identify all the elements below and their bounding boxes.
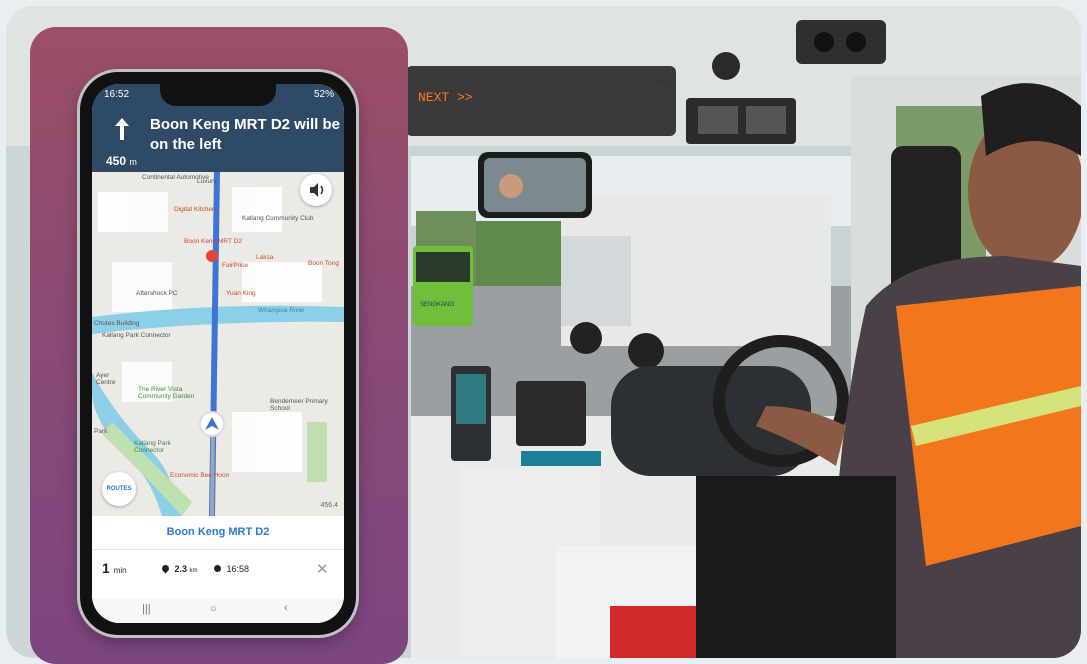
distance-unit: m (129, 157, 137, 167)
map-view[interactable]: Continental Automotive Luxury Digital Ki… (92, 172, 344, 516)
pin-icon (160, 563, 171, 574)
status-time: 16:52 (104, 89, 130, 100)
close-icon[interactable]: ✕ (316, 560, 329, 578)
eta-arrival: 16:58 (214, 564, 249, 574)
map-label: Park (94, 428, 108, 435)
distance-value: 450 (106, 154, 127, 168)
eta-minutes-value: 1 (102, 560, 110, 576)
trip-panel: Boon Keng MRT D2 1 min 2.3 km 16:58 ✕ ||… (92, 516, 344, 623)
turn-instruction: Boon Keng MRT D2 will be on the left (150, 116, 340, 153)
map-label: Luxury (197, 178, 217, 185)
phone-notch (160, 84, 276, 106)
phone-device: 16:52 52% 450 m Boon Keng MRT D2 will be… (80, 72, 356, 635)
map-label: Kallang Park Connector (102, 332, 171, 339)
speaker-icon (310, 183, 324, 197)
divider (92, 549, 344, 550)
map-label: Economic Bee Hoon (170, 472, 230, 479)
android-nav-bar: ||| ○ ‹ (92, 598, 344, 623)
navigation-header[interactable]: 450 m Boon Keng MRT D2 will be on the le… (92, 104, 344, 172)
route-display: NEXT >> (418, 90, 473, 105)
map-label: Laksa (256, 254, 274, 261)
map-label: Boon Tong (308, 260, 339, 267)
map-label: Ayer Centre (96, 372, 116, 386)
back-button[interactable]: ‹ (284, 602, 288, 614)
destination-name[interactable]: Boon Keng MRT D2 (92, 526, 344, 538)
map-label: The River Vista Community Garden (138, 386, 195, 400)
eta-arrival-value: 16:58 (226, 564, 250, 574)
eta-minutes-unit: min (113, 566, 127, 575)
map-label: Whampoa River (258, 307, 305, 314)
home-button[interactable]: ○ (210, 603, 217, 615)
bus-sign: SENGKANG (420, 302, 454, 308)
eta-minutes: 1 min (102, 560, 127, 576)
eta-distance-unit: km (189, 568, 198, 574)
distance-readout: 450 m (106, 154, 137, 168)
map-label: Aftershock PC (136, 290, 178, 297)
eta-distance-value: 2.3 (174, 564, 188, 574)
map-scale: 456.4 (320, 502, 338, 509)
map-label: Kallang Park Connector (134, 440, 171, 454)
map-label: Chutes Building (94, 320, 140, 327)
map-label: Digital Kitchen (174, 206, 216, 213)
map-label: Kallang Community Club (242, 215, 314, 222)
recent-apps-button[interactable]: ||| (142, 603, 151, 615)
ceiling-label: SV 8 (652, 77, 670, 86)
status-battery: 52% (313, 89, 334, 100)
map-label: FairPrice (222, 262, 249, 269)
clock-icon (214, 565, 221, 572)
map-label: Yuan King (226, 290, 256, 297)
map-label: Boon Keng MRT D2 (184, 238, 242, 245)
map-canvas[interactable] (92, 172, 344, 516)
arrow-up-icon (115, 118, 129, 140)
eta-distance: 2.3 km (160, 563, 198, 574)
sound-button[interactable] (300, 174, 332, 206)
routes-button[interactable]: ROUTES (102, 472, 136, 506)
map-label: Bendemeer Primary School (270, 398, 328, 412)
phone-screen: 16:52 52% 450 m Boon Keng MRT D2 will be… (92, 84, 344, 623)
